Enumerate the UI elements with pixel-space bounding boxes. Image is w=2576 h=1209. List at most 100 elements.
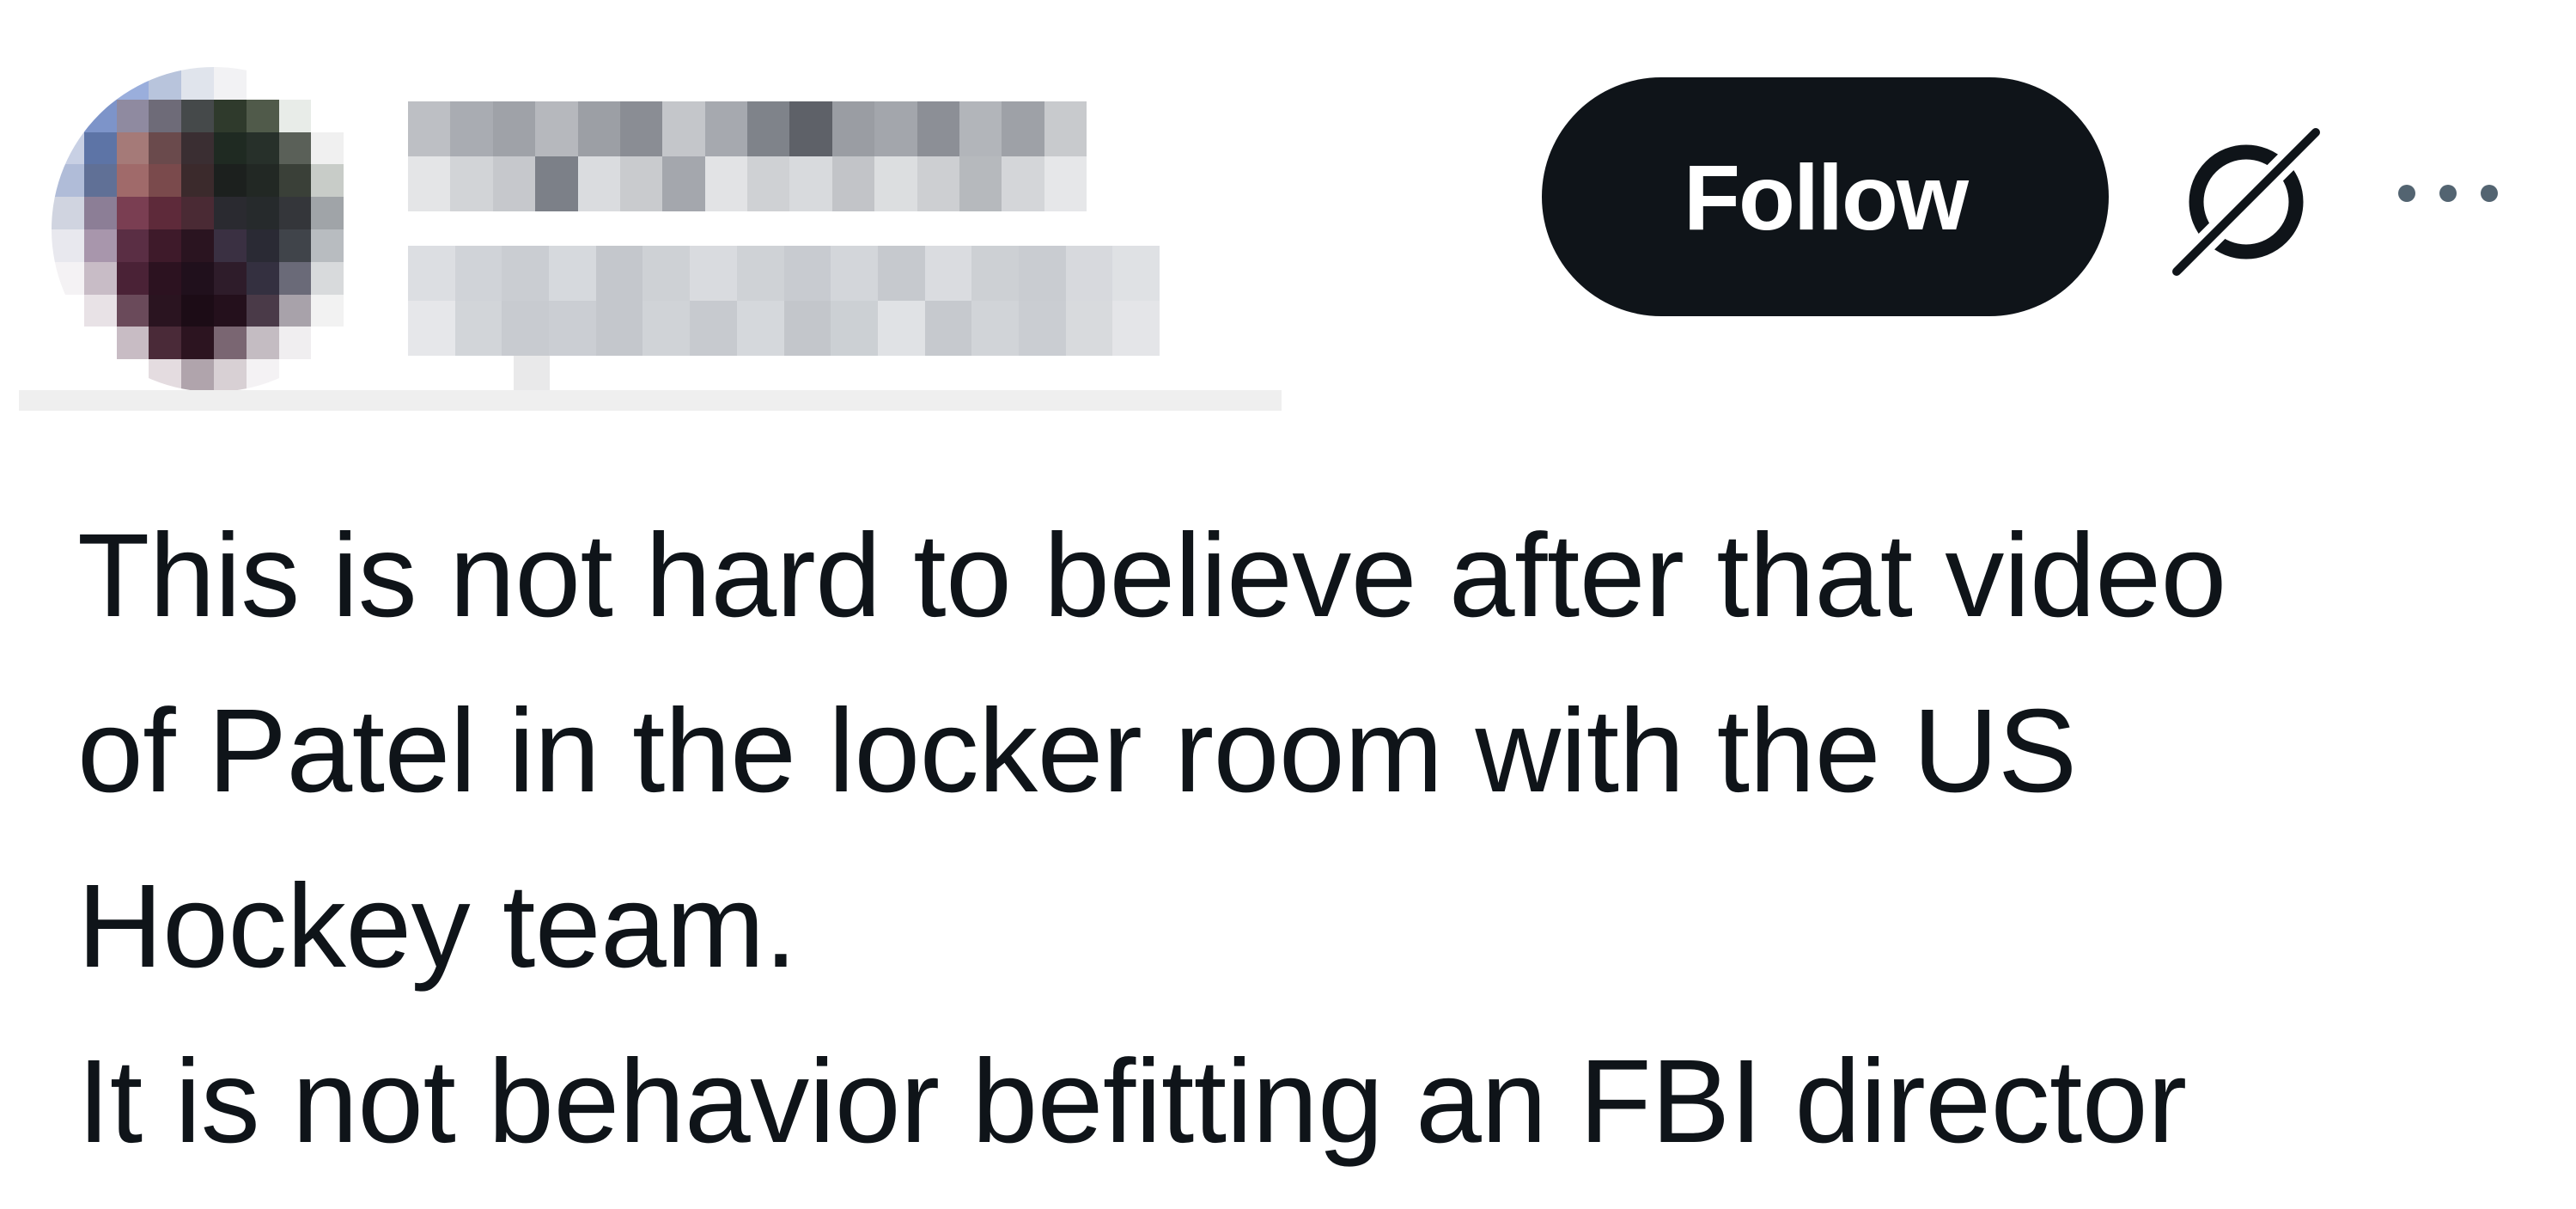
avatar-pixel <box>213 261 247 295</box>
avatar-pixel <box>213 229 247 262</box>
grok-icon[interactable] <box>2165 120 2328 284</box>
redaction-pixel <box>831 301 878 356</box>
avatar-pixel <box>83 67 117 100</box>
avatar-pixel <box>149 327 182 360</box>
avatar-pixel <box>344 359 376 392</box>
redaction-pixel <box>549 246 596 301</box>
avatar-pixel <box>116 197 149 229</box>
avatar-pixel <box>149 261 182 295</box>
redaction-pixel <box>454 246 502 301</box>
avatar-pixel <box>344 67 376 100</box>
avatar-pixel <box>246 164 279 198</box>
avatar-pixel <box>311 229 344 262</box>
avatar-pixel <box>52 197 84 229</box>
avatar-pixel <box>278 131 312 165</box>
redaction-pixel <box>577 101 620 156</box>
redaction-pixel <box>690 301 737 356</box>
avatar-pixel <box>246 294 279 327</box>
avatar-pixel <box>83 261 117 295</box>
avatar-pixel <box>311 131 344 165</box>
redaction-artifact <box>514 356 550 390</box>
avatar-pixel <box>344 164 376 198</box>
avatar-pixel <box>311 197 344 229</box>
avatar-pixel <box>149 164 182 198</box>
tweet-text-line: It is not behavior befitting an FBI dire… <box>77 1035 2187 1168</box>
redaction-pixel <box>1002 101 1044 156</box>
avatar-pixel <box>213 131 247 165</box>
avatar-pixel <box>149 99 182 132</box>
avatar-pixel <box>116 294 149 327</box>
avatar-pixel <box>116 229 149 262</box>
avatar-pixel <box>52 99 84 132</box>
avatar-pixel <box>278 164 312 198</box>
tweet-text-line: This is not hard to believe after that v… <box>77 510 2226 642</box>
redaction-pixel <box>454 301 502 356</box>
avatar-pixel <box>181 164 214 198</box>
avatar-pixel <box>278 359 312 392</box>
avatar-pixel <box>149 131 182 165</box>
avatar-pixel <box>278 327 312 360</box>
avatar-pixel <box>278 99 312 132</box>
follow-button[interactable]: Follow <box>1542 77 2109 316</box>
redaction-pixel <box>535 101 578 156</box>
more-options-icon[interactable] <box>2388 172 2508 215</box>
redaction-pixel <box>619 101 663 156</box>
redaction-pixel <box>747 156 790 211</box>
avatar-pixel <box>246 67 279 100</box>
avatar-pixel <box>213 164 247 198</box>
avatar-pixel <box>83 131 117 165</box>
avatar-pixel <box>278 261 312 295</box>
redaction-pixel <box>690 246 737 301</box>
avatar-pixel <box>278 197 312 229</box>
avatar-pixel <box>311 99 344 132</box>
redaction-pixel <box>1044 156 1087 211</box>
avatar-pixel <box>278 294 312 327</box>
avatar-pixel <box>311 327 344 360</box>
redaction-pixel <box>642 246 691 301</box>
avatar-pixel <box>311 261 344 295</box>
avatar-pixel <box>311 294 344 327</box>
redaction-pixel <box>502 301 550 356</box>
avatar-pixel <box>116 99 149 132</box>
avatar-pixel <box>181 359 214 392</box>
avatar-pixel <box>116 327 149 360</box>
tweet-text-line: Hockey team. <box>77 860 797 992</box>
avatar-pixel <box>181 197 214 229</box>
redaction-pixel <box>662 156 705 211</box>
redaction-pixel <box>1065 301 1113 356</box>
redaction-pixel <box>450 101 493 156</box>
avatar-pixel <box>246 99 279 132</box>
display-name-redacted[interactable] <box>408 101 1087 211</box>
avatar-pixel <box>213 197 247 229</box>
avatar-pixel <box>181 327 214 360</box>
avatar[interactable] <box>52 67 376 392</box>
redaction-pixel <box>642 301 691 356</box>
redaction-pixel <box>619 156 663 211</box>
avatar-pixel <box>83 327 117 360</box>
redaction-pixel <box>492 156 536 211</box>
avatar-pixel <box>213 99 247 132</box>
redaction-pixel <box>1112 301 1160 356</box>
username-redacted[interactable] <box>408 246 1160 356</box>
redaction-pixel <box>971 246 1019 301</box>
redaction-pixel <box>874 156 917 211</box>
avatar-pixel <box>83 197 117 229</box>
redaction-pixel <box>789 101 832 156</box>
redaction-pixel <box>877 246 925 301</box>
avatar-pixel <box>181 294 214 327</box>
tweet-card: Follow This is not hard to believe after… <box>0 0 2576 1209</box>
avatar-pixel <box>52 261 84 295</box>
redaction-pixel <box>736 246 784 301</box>
avatar-pixel <box>149 359 182 392</box>
redaction-pixel <box>924 246 972 301</box>
redaction-pixel <box>959 156 1002 211</box>
avatar-pixel <box>52 294 84 327</box>
avatar-pixel <box>116 67 149 100</box>
redaction-pixel <box>783 301 831 356</box>
avatar-pixel <box>116 131 149 165</box>
redaction-pixel <box>502 246 550 301</box>
avatar-pixel <box>149 294 182 327</box>
avatar-pixel <box>246 229 279 262</box>
avatar-pixel <box>213 294 247 327</box>
avatar-pixel <box>52 327 84 360</box>
